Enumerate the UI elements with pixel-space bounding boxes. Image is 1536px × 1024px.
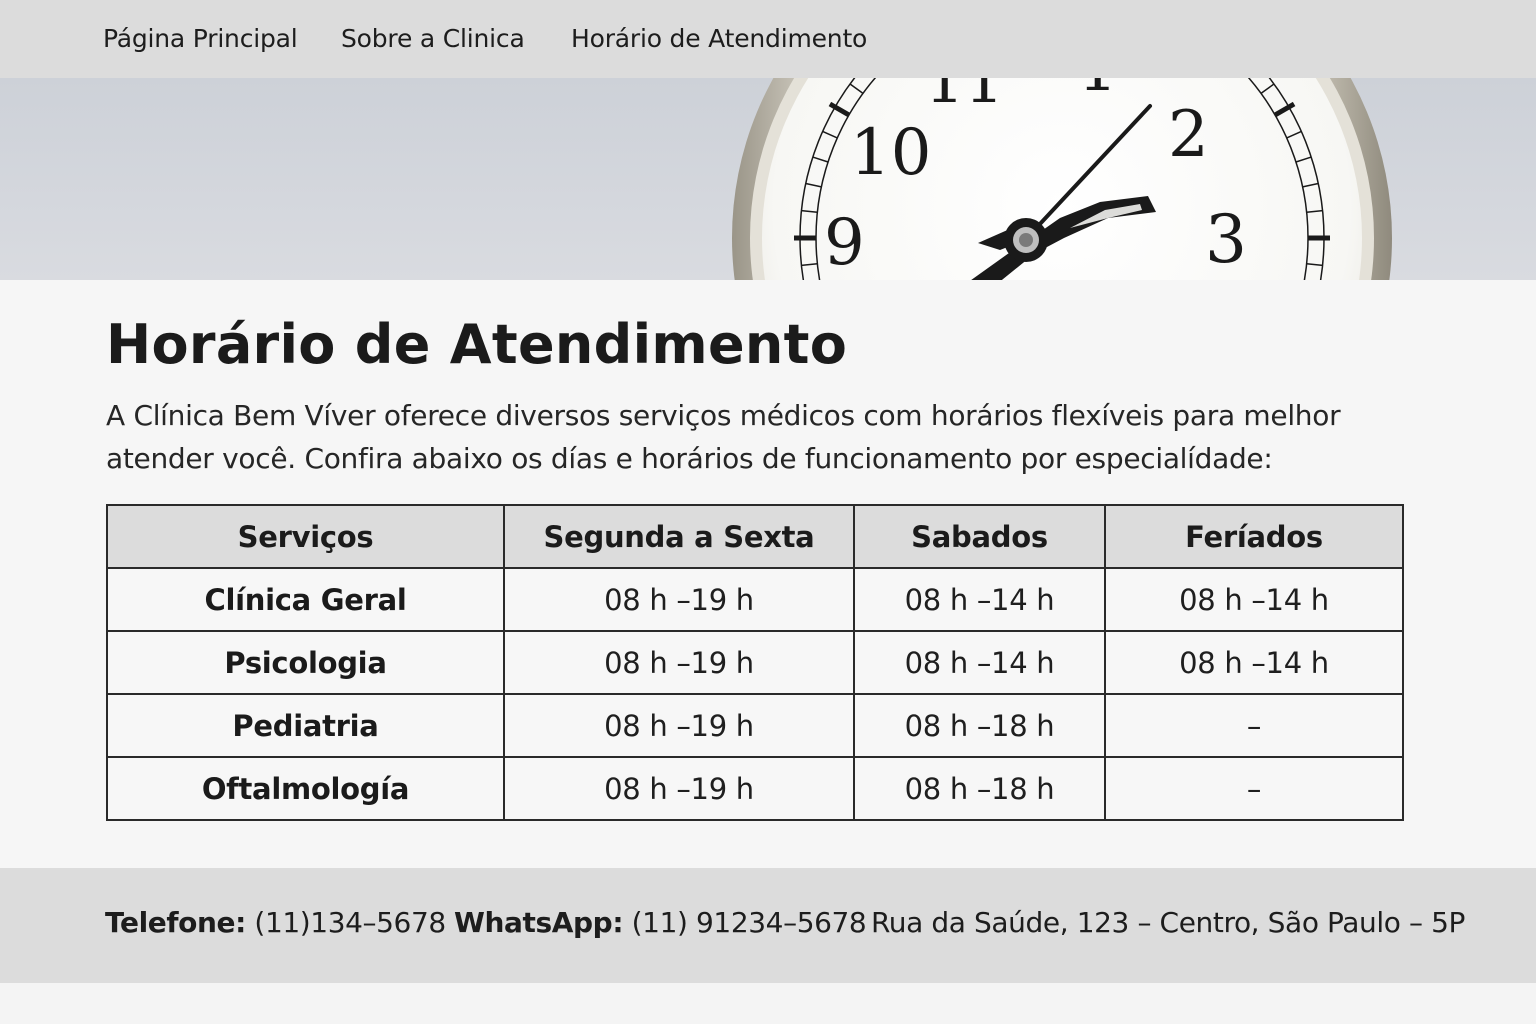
- table-row: Pediatria 08 h –19 h 08 h –18 h –: [106, 693, 1404, 758]
- service-name-cell: Psicologia: [106, 630, 505, 695]
- weekday-hours-cell: 08 h –19 h: [503, 693, 855, 758]
- holiday-hours-cell: 08 h –14 h: [1104, 567, 1404, 632]
- table-header-row: Serviços Segunda a Sexta Sabados Feríado…: [106, 504, 1404, 569]
- column-header-saturdays: Sabados: [853, 504, 1106, 569]
- phone-contact: Telefone: (11)134–5678: [105, 906, 446, 939]
- nav-link-hours[interactable]: Horário de Atendimento: [571, 24, 867, 53]
- hero-clock-image: 11 1 10 2 9 3: [0, 78, 1536, 280]
- clock-numeral-10: 10: [850, 116, 931, 190]
- main-content: Horário de Atendimento A Clínica Bem Vív…: [0, 280, 1536, 868]
- whatsapp-contact: WhatsApp: (11) 91234–5678: [454, 906, 867, 939]
- clock-numeral-11: 11: [925, 78, 1004, 117]
- address-text: Rua da Saúde, 123 – Centro, São Paulo – …: [871, 906, 1465, 939]
- page-title: Horário de Atendimento: [106, 313, 848, 376]
- saturday-hours-cell: 08 h –18 h: [853, 756, 1106, 821]
- table-row: Psicologia 08 h –19 h 08 h –14 h 08 h –1…: [106, 630, 1404, 695]
- saturday-hours-cell: 08 h –18 h: [853, 693, 1106, 758]
- clock-illustration: 11 1 10 2 9 3: [732, 78, 1392, 280]
- whatsapp-label: WhatsApp:: [454, 906, 624, 939]
- clock-numeral-9: 9: [824, 206, 865, 280]
- phone-label: Telefone:: [105, 906, 246, 939]
- table-row: Clínica Geral 08 h –19 h 08 h –14 h 08 h…: [106, 567, 1404, 632]
- clock-numeral-2: 2: [1168, 98, 1209, 172]
- weekday-hours-cell: 08 h –19 h: [503, 630, 855, 695]
- top-navigation: Página Principal Sobre a Clinica Horário…: [0, 0, 1536, 78]
- column-header-holidays: Feríados: [1104, 504, 1404, 569]
- column-header-weekdays: Segunda a Sexta: [503, 504, 855, 569]
- service-name-cell: Clínica Geral: [106, 567, 505, 632]
- table-row: Oftalmología 08 h –19 h 08 h –18 h –: [106, 756, 1404, 821]
- schedule-table: Serviços Segunda a Sexta Sabados Feríado…: [106, 504, 1404, 821]
- whatsapp-number[interactable]: (11) 91234–5678: [632, 906, 867, 939]
- nav-link-about[interactable]: Sobre a Clinica: [341, 24, 525, 53]
- clock-numeral-1: 1: [1078, 78, 1117, 105]
- contact-footer: Telefone: (11)134–5678 WhatsApp: (11) 91…: [0, 868, 1536, 983]
- holiday-hours-cell: –: [1104, 756, 1404, 821]
- column-header-services: Serviços: [106, 504, 505, 569]
- weekday-hours-cell: 08 h –19 h: [503, 567, 855, 632]
- saturday-hours-cell: 08 h –14 h: [853, 630, 1106, 695]
- intro-paragraph: A Clínica Bem Víver oferece diversos ser…: [106, 399, 1341, 475]
- saturday-hours-cell: 08 h –14 h: [853, 567, 1106, 632]
- holiday-hours-cell: –: [1104, 693, 1404, 758]
- weekday-hours-cell: 08 h –19 h: [503, 756, 855, 821]
- clock-numeral-3: 3: [1205, 201, 1247, 278]
- service-name-cell: Oftalmología: [106, 756, 505, 821]
- service-name-cell: Pediatria: [106, 693, 505, 758]
- holiday-hours-cell: 08 h –14 h: [1104, 630, 1404, 695]
- page-bottom: [0, 983, 1536, 1024]
- phone-number[interactable]: (11)134–5678: [254, 906, 446, 939]
- nav-link-home[interactable]: Página Principal: [103, 24, 298, 53]
